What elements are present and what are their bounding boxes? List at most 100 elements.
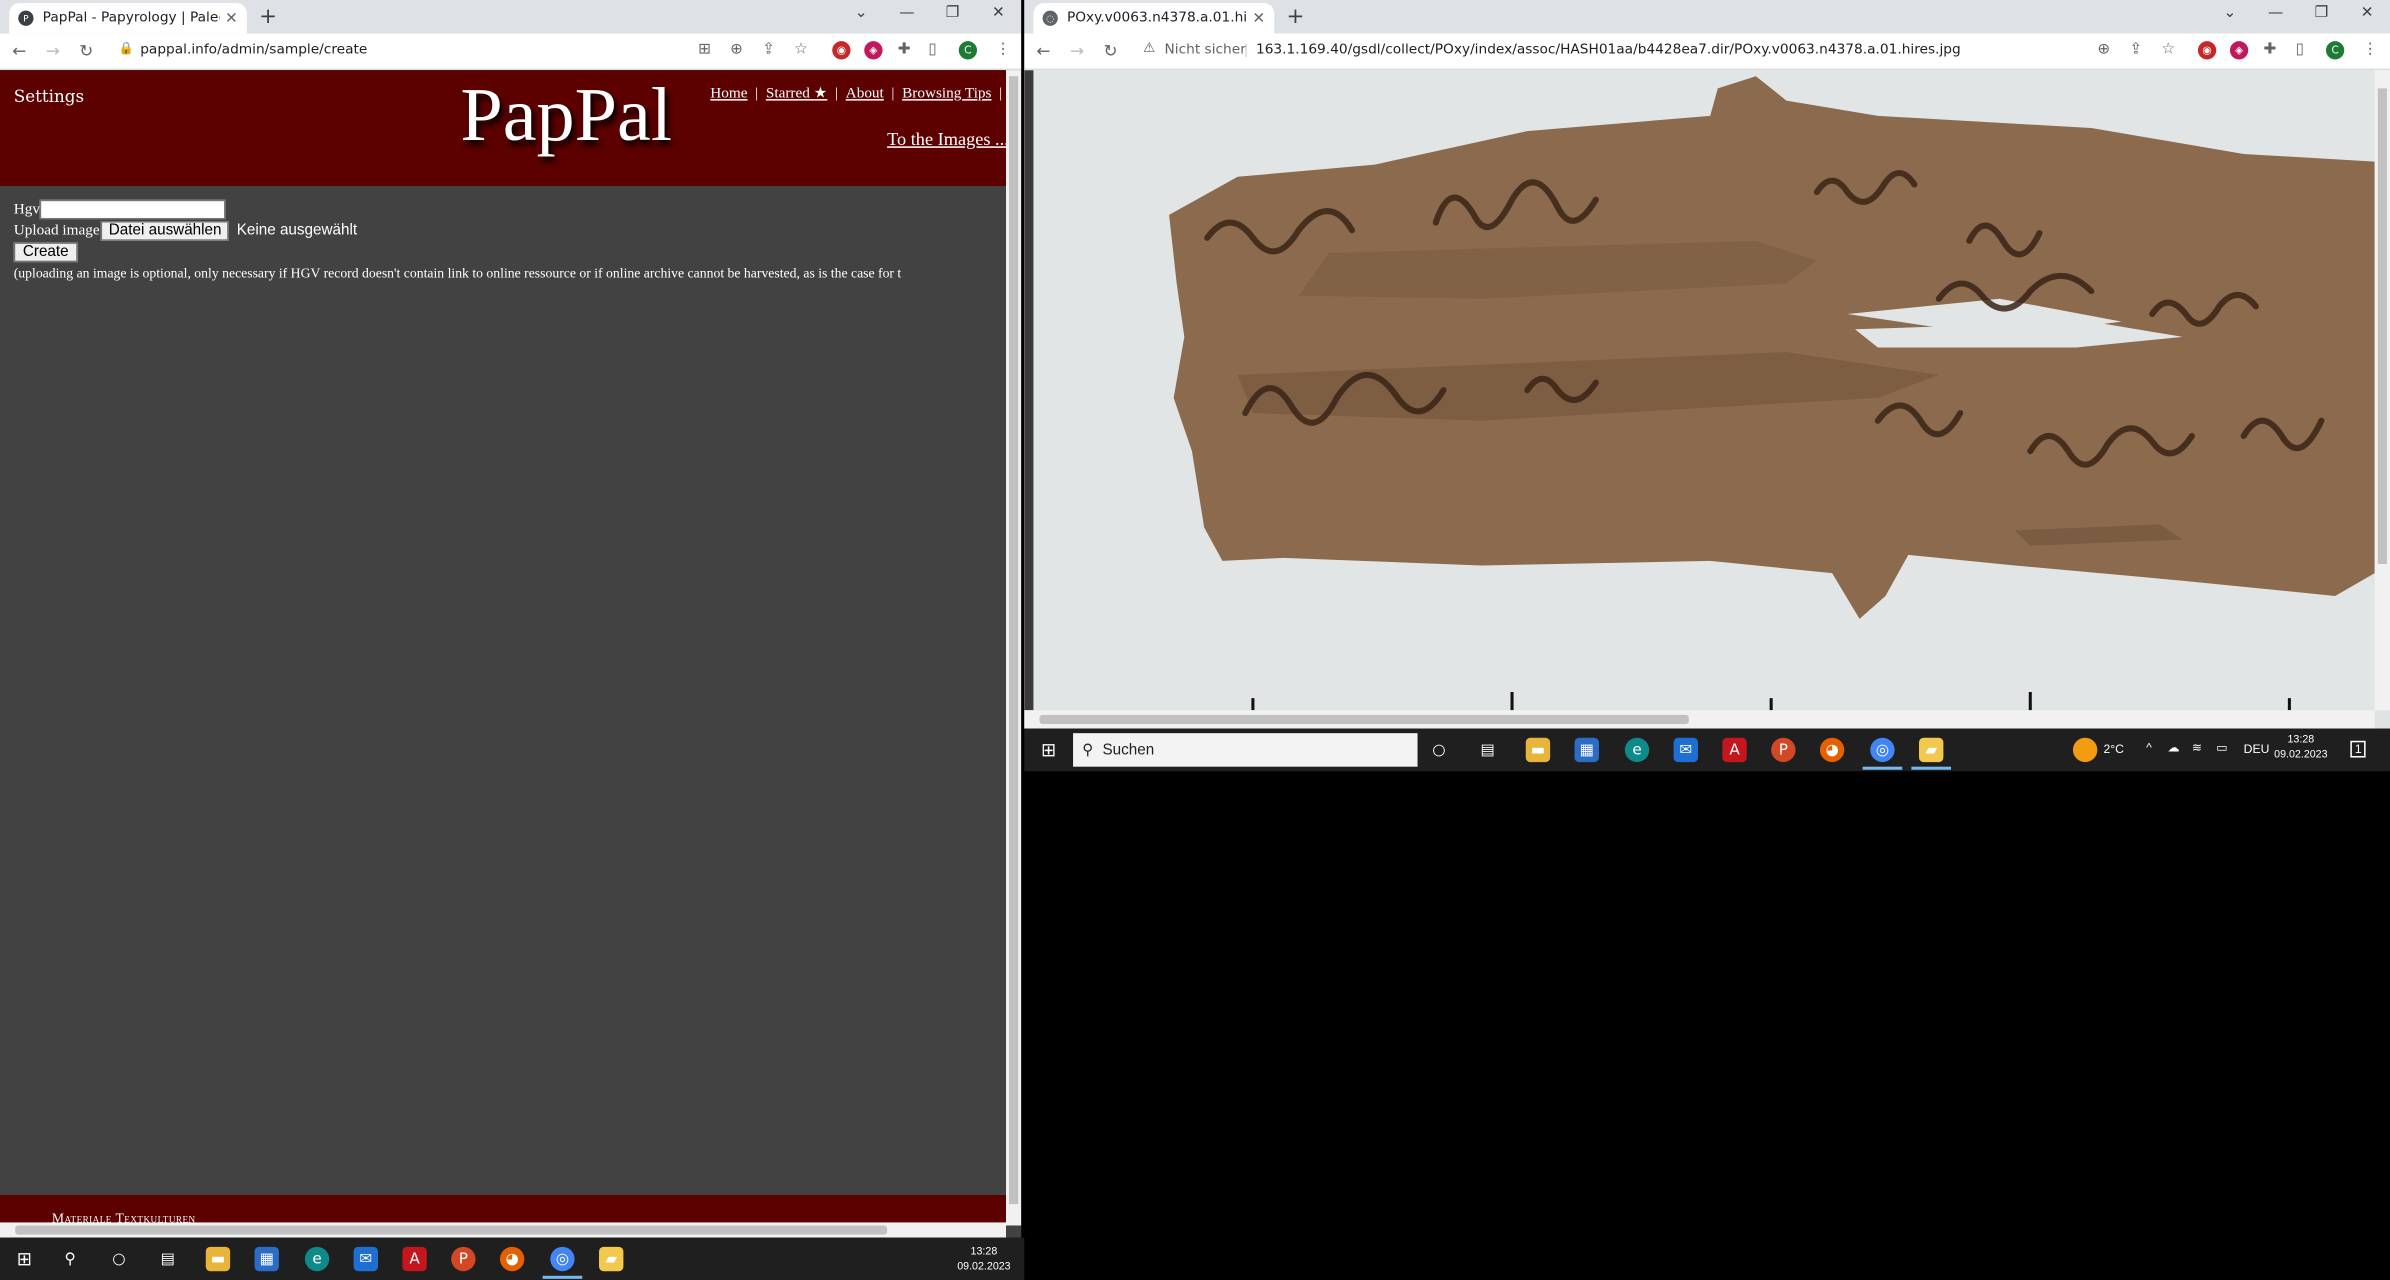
to-the-images-link[interactable]: To the Images ...	[887, 128, 1006, 151]
network-icon[interactable]: ☁	[2167, 741, 2179, 755]
share-icon[interactable]: ⇪	[762, 41, 775, 58]
restore-button[interactable]: ❐	[930, 5, 976, 22]
share-icon[interactable]: ⇪	[2129, 41, 2142, 58]
powerpoint-icon[interactable]: P	[1771, 737, 1796, 763]
nav-about[interactable]: About	[846, 85, 884, 102]
task-view-icon[interactable]: ▤	[1475, 738, 1499, 762]
extension-icon-pink[interactable]: ◈	[2229, 41, 2249, 60]
zoom-icon[interactable]: ⊕	[2097, 41, 2110, 58]
store-icon[interactable]: ▦	[254, 1246, 279, 1272]
extension-icon-pink[interactable]: ◈	[864, 41, 883, 60]
tab-pappal[interactable]: P PapPal - Papyrology | Paleography ✕	[9, 3, 247, 34]
left-horizontal-scrollbar[interactable]	[0, 1222, 1006, 1238]
extensions-puzzle-icon[interactable]: ✚	[2263, 41, 2276, 58]
forward-icon[interactable]: →	[1070, 41, 1084, 61]
close-window-button[interactable]: ✕	[976, 5, 1022, 22]
bookmark-star-icon[interactable]: ☆	[794, 41, 808, 58]
battery-icon[interactable]: ▭	[2216, 741, 2228, 755]
security-label[interactable]: Nicht sicher	[1165, 43, 1246, 58]
right-vertical-scroll-thumb[interactable]	[2377, 88, 2387, 564]
left-taskbar: ⊞ ⚲ ○ ▤ ▬ ▦ e ✉ A P ◕ ◎ ▰ 13:28 09.02.20…	[0, 1237, 1025, 1280]
sidepanel-icon[interactable]: ▯	[2295, 41, 2303, 58]
url-field[interactable]: pappal.info/admin/sample/create	[140, 43, 367, 58]
minimize-button[interactable]: —	[884, 5, 930, 22]
profile-avatar[interactable]: C	[2325, 41, 2345, 60]
chevron-up-icon[interactable]: ^	[2146, 741, 2152, 755]
papyrus-image-view	[1024, 70, 2390, 729]
new-tab-button[interactable]: +	[259, 5, 277, 29]
right-clock[interactable]: 13:28 09.02.2023	[2274, 733, 2327, 763]
file-explorer-icon[interactable]: ▬	[1525, 737, 1551, 763]
firefox-icon[interactable]: ◕	[1819, 737, 1845, 763]
tab-search-icon[interactable]: ⌄	[838, 5, 884, 22]
task-view-icon[interactable]: ▤	[155, 1247, 179, 1271]
wifi-icon[interactable]: ≋	[2192, 741, 2202, 755]
choose-file-button[interactable]: Datei auswählen	[101, 220, 230, 241]
cortana-icon[interactable]: ○	[107, 1247, 131, 1271]
zoom-icon[interactable]: ⊕	[730, 41, 743, 58]
settings-link[interactable]: Settings	[14, 87, 84, 107]
lock-icon[interactable]: 🔒	[119, 41, 134, 55]
nav-home[interactable]: Home	[710, 85, 747, 102]
bookmark-star-icon[interactable]: ☆	[2161, 41, 2175, 58]
cortana-icon[interactable]: ○	[1427, 738, 1451, 762]
left-horizontal-scroll-thumb[interactable]	[15, 1225, 888, 1235]
left-clock[interactable]: 13:28 09.02.2023	[957, 1245, 1010, 1275]
extension-icon-red[interactable]: ◉	[832, 41, 851, 60]
windows-start-icon[interactable]: ⊞	[12, 1247, 36, 1271]
extensions-puzzle-icon[interactable]: ✚	[898, 41, 911, 58]
close-tab-icon[interactable]: ✕	[225, 10, 238, 27]
new-tab-button[interactable]: +	[1286, 5, 1304, 29]
create-button[interactable]: Create	[13, 241, 78, 262]
file-manager-icon[interactable]: ▰	[599, 1246, 624, 1272]
store-icon[interactable]: ▦	[1574, 737, 1599, 763]
tab-poxy-image[interactable]: ◌ POxy.v0063.n4378.a.01.hires.jpg ✕	[1033, 3, 1275, 34]
close-tab-icon[interactable]: ✕	[1252, 10, 1265, 27]
tab-search-icon[interactable]: ⌄	[2207, 5, 2253, 22]
browser-menu-icon[interactable]: ⋮	[2363, 41, 2378, 58]
language-indicator[interactable]: DEU	[2244, 742, 2270, 756]
hgv-input[interactable]	[39, 198, 226, 219]
reload-icon[interactable]: ↻	[79, 41, 93, 61]
pappal-logo[interactable]: PapPal	[460, 70, 672, 158]
close-window-button[interactable]: ✕	[2344, 5, 2390, 22]
back-icon[interactable]: ←	[1036, 41, 1050, 61]
right-vertical-scrollbar[interactable]	[2374, 70, 2390, 711]
acrobat-icon[interactable]: A	[1722, 737, 1747, 763]
edge-icon[interactable]: e	[1624, 737, 1650, 763]
minimize-button[interactable]: —	[2253, 5, 2299, 22]
mail-icon[interactable]: ✉	[353, 1246, 379, 1272]
chrome-icon[interactable]: ◎	[1870, 737, 1895, 763]
file-explorer-icon[interactable]: ▬	[205, 1246, 231, 1272]
browser-menu-icon[interactable]: ⋮	[995, 41, 1010, 58]
firefox-icon[interactable]: ◕	[499, 1246, 525, 1272]
windows-start-icon[interactable]: ⊞	[1036, 738, 1060, 762]
nav-starred[interactable]: Starred ★	[766, 85, 827, 102]
extension-icon-red[interactable]: ◉	[2197, 41, 2217, 60]
sidepanel-icon[interactable]: ▯	[928, 41, 936, 58]
edge-icon[interactable]: e	[304, 1246, 330, 1272]
right-url-field[interactable]: 163.1.169.40/gsdl/collect/POxy/index/ass…	[1256, 43, 1961, 58]
chrome-icon[interactable]: ◎	[550, 1246, 575, 1272]
reload-icon[interactable]: ↻	[1104, 41, 1118, 61]
powerpoint-icon[interactable]: P	[451, 1246, 476, 1272]
mail-icon[interactable]: ✉	[1673, 737, 1698, 763]
file-manager-icon[interactable]: ▰	[1919, 737, 1944, 763]
right-horizontal-scroll-thumb[interactable]	[1039, 714, 1689, 725]
left-vertical-scroll-thumb[interactable]	[1009, 76, 1019, 1205]
acrobat-icon[interactable]: A	[402, 1246, 427, 1272]
weather-temp[interactable]: 2°C	[2103, 742, 2123, 756]
weather-icon[interactable]	[2072, 737, 2098, 763]
right-horizontal-scrollbar[interactable]	[1024, 710, 2375, 729]
nav-browsing-tips[interactable]: Browsing Tips	[902, 85, 991, 102]
forward-icon[interactable]: →	[46, 41, 60, 61]
profile-avatar[interactable]: C	[958, 41, 978, 60]
restore-button[interactable]: ❐	[2299, 5, 2345, 22]
notification-center-icon[interactable]: 1	[2350, 740, 2367, 758]
left-vertical-scrollbar[interactable]	[1005, 70, 1022, 1226]
search-icon[interactable]: ⚲	[58, 1247, 82, 1271]
taskbar-search-box[interactable]: ⚲ Suchen	[1073, 733, 1418, 767]
warning-icon[interactable]: ⚠	[1143, 41, 1155, 56]
back-icon[interactable]: ←	[12, 41, 26, 61]
translate-icon[interactable]: ⊞	[698, 41, 711, 58]
